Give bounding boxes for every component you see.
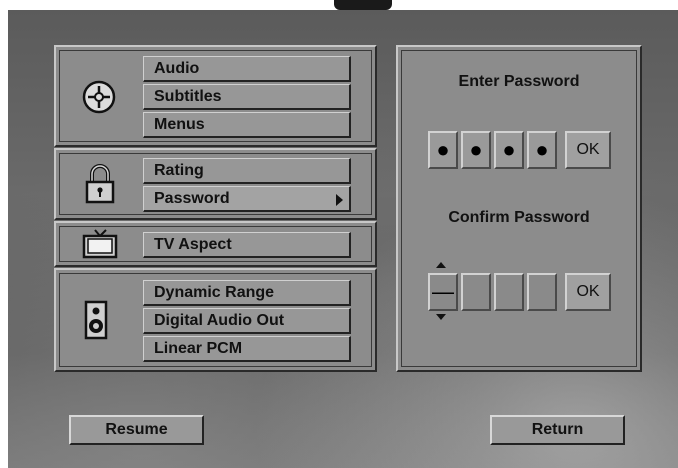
sound-settings-group: Dynamic Range Digital Audio Out Linear P… [54,268,377,372]
return-button[interactable]: Return [490,415,625,445]
confirm-ok-button[interactable]: OK [565,273,611,311]
menu-item-dynamic-range[interactable]: Dynamic Range [143,280,351,306]
submenu-arrow-icon [336,194,343,206]
enter-digit-4[interactable]: ● [527,131,557,169]
menu-item-audio[interactable]: Audio [143,56,351,82]
enter-digit-3[interactable]: ● [494,131,524,169]
menu-item-tv-aspect[interactable]: TV Aspect [143,232,351,258]
tv-icon [82,229,118,259]
padlock-icon [83,162,117,206]
menu-item-subtitles[interactable]: Subtitles [143,84,351,110]
rating-settings-group: Rating Password [54,148,377,220]
menu-item-rating[interactable]: Rating [143,158,351,184]
menu-item-menus[interactable]: Menus [143,112,351,138]
enter-ok-button[interactable]: OK [565,131,611,169]
enter-digit-2[interactable]: ● [461,131,491,169]
tv-settings-group: TV Aspect [54,221,377,267]
digit-stepper-down-icon[interactable] [436,314,446,320]
confirm-password-title: Confirm Password [448,209,590,226]
confirm-digit-1[interactable]: — [428,273,458,311]
audio-settings-group: Audio Subtitles Menus [54,45,377,147]
menu-item-linear-pcm[interactable]: Linear PCM [143,336,351,362]
confirm-digit-3[interactable] [494,273,524,311]
resume-button[interactable]: Resume [69,415,204,445]
title-remnant [334,0,392,10]
confirm-digit-2[interactable] [461,273,491,311]
speaker-icon [84,300,108,340]
password-panel: Enter Password ● ● ● ● OK Confirm Passwo… [396,45,642,372]
enter-digit-1[interactable]: ● [428,131,458,169]
disc-icon [81,79,117,115]
digit-stepper-up-icon[interactable] [436,262,446,268]
enter-password-title: Enter Password [458,73,580,90]
confirm-digit-4[interactable] [527,273,557,311]
menu-item-password[interactable]: Password [143,186,351,212]
password-label: Password [154,190,230,207]
menu-item-digital-audio-out[interactable]: Digital Audio Out [143,308,351,334]
